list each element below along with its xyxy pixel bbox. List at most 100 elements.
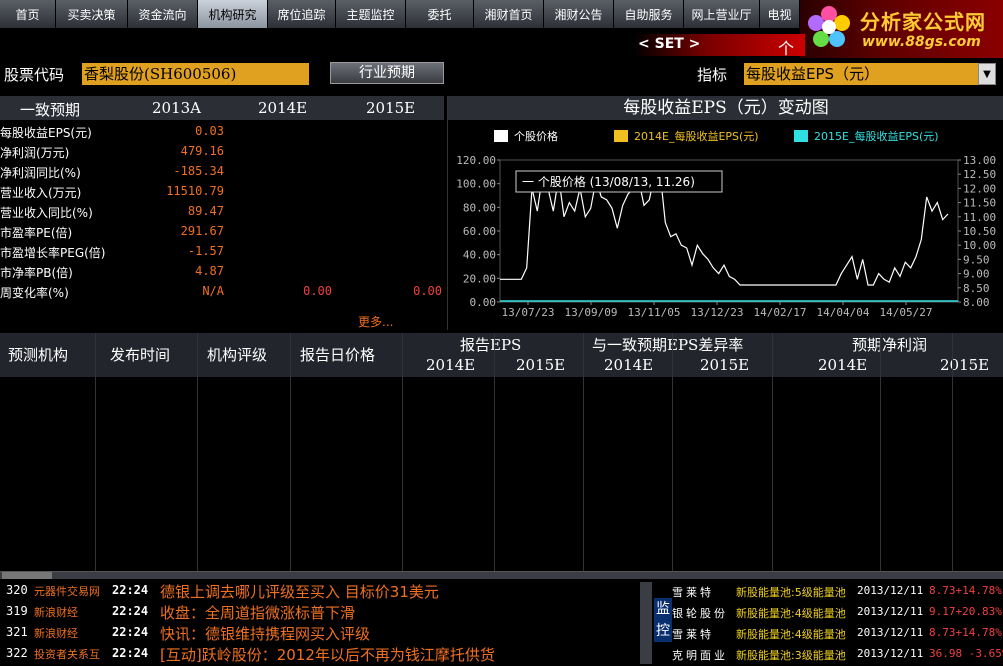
monitor-price: 36.98 -3.65% — [929, 647, 1003, 660]
nav-item[interactable]: 首页 — [0, 0, 56, 28]
legend-label: 2015E_每股收益EPS(元) — [814, 130, 939, 143]
monitor-row[interactable]: 雪莱特 新股能量池:5级能量池 2013/12/11 8.73+14.78% — [672, 580, 1003, 601]
y-right-tick-label: 9.50 — [963, 253, 990, 266]
y-left-tick-label: 60.00 — [463, 225, 496, 238]
brand-logo: 分析家公式网 www.88gs.com — [800, 0, 1003, 58]
x-tick-label: 13/09/09 — [565, 306, 618, 319]
col-publish-time: 发布时间 — [110, 346, 171, 364]
nav-item[interactable]: 电视 — [760, 0, 800, 28]
x-tick-label: 14/04/04 — [817, 306, 870, 319]
logo-url: www.88gs.com — [862, 34, 981, 50]
news-id: 322 — [6, 646, 28, 660]
x-tick-label: 14/05/27 — [880, 306, 933, 319]
news-time: 22:24 — [112, 604, 149, 618]
col-institution: 预测机构 — [8, 346, 69, 364]
x-tick-label: 14/02/17 — [754, 306, 807, 319]
consensus-row: 净利润同比(%) -185.34 — [0, 161, 444, 181]
eps-chart-panel: 每股收益EPS（元）变动图 个股价格 2014E_每股收益EPS(元) 2015… — [447, 96, 1003, 330]
scrollbar-thumb[interactable] — [2, 572, 52, 579]
table-column-divider — [95, 333, 96, 571]
table-column-divider — [290, 333, 291, 571]
stock-code-label: 股票代码 — [4, 66, 65, 84]
news-time: 22:24 — [112, 625, 149, 639]
news-item[interactable]: 319 新浪财经 22:24 收盘：全周道指微涨标普下滑 — [0, 601, 640, 622]
legend-item: 2014E_每股收益EPS(元) — [614, 128, 759, 144]
sub-col: 2014E — [818, 356, 868, 374]
nav-item[interactable]: 湘财公告 — [544, 0, 614, 28]
value-2013a: 291.67 — [180, 224, 224, 238]
news-item[interactable]: 320 元器件交易网 22:24 德银上调去哪儿评级至买入 目标价31美元 — [0, 580, 640, 601]
sub-col: 2014E — [426, 356, 476, 374]
y-left-tick-label: 40.00 — [463, 249, 496, 262]
news-source: 投资者关系互 — [34, 648, 100, 661]
group-eps-diff: 与一致预期EPS差异率 — [592, 336, 744, 354]
metric-name: 营业收入(万元) — [0, 186, 82, 200]
nav-item[interactable]: 湘财首页 — [474, 0, 544, 28]
more-link[interactable]: 更多... — [358, 313, 393, 330]
stock-name: 雪莱特 — [672, 586, 714, 599]
chevron-down-icon[interactable]: ▼ — [978, 63, 996, 85]
legend-item: 个股价格 — [494, 128, 558, 144]
industry-forecast-button[interactable]: 行业预期 — [330, 62, 444, 84]
consensus-row: 营业收入(万元) 11510.79 — [0, 181, 444, 201]
y-right-tick-label: 12.00 — [963, 182, 996, 195]
set-button[interactable]: < SET > — [638, 36, 700, 52]
x-tick-label: 13/11/05 — [628, 306, 681, 319]
value-2013a: 4.87 — [195, 264, 224, 278]
nav-item[interactable]: 主题监控 — [336, 0, 406, 28]
x-tick-label: 13/12/23 — [691, 306, 744, 319]
vertical-scrollbar[interactable] — [640, 582, 652, 664]
metric-name: 周变化率(%) — [0, 286, 69, 300]
consensus-row: 周变化率(%) N/A 0.00 0.00 — [0, 281, 444, 301]
consensus-row: 市盈增长率PEG(倍) -1.57 — [0, 241, 444, 261]
stock-code-input[interactable]: 香梨股份(SH600506) — [82, 63, 309, 85]
y-right-tick-label: 13.00 — [963, 154, 996, 167]
consensus-row: 市净率PB(倍) 4.87 — [0, 261, 444, 281]
set-bar: < SET > 个 — [560, 34, 805, 58]
table-column-divider — [952, 333, 953, 571]
metric-name: 净利润(万元) — [0, 146, 70, 160]
news-item[interactable]: 322 投资者关系互 22:24 [互动]跃岭股份：2012年以后不再为钱江摩托供货 — [0, 643, 640, 664]
consensus-row: 每股收益EPS(元) 0.03 — [0, 121, 444, 141]
nav-item[interactable]: 资金流向 — [128, 0, 198, 28]
news-item[interactable]: 321 新浪财经 22:24 快讯：德银维持携程网买入评级 — [0, 622, 640, 643]
table-column-divider — [583, 333, 584, 571]
consensus-row: 净利润(万元) 479.16 — [0, 141, 444, 161]
metric-name: 每股收益EPS(元) — [0, 126, 92, 140]
legend-swatch — [794, 130, 808, 142]
monitor-row[interactable]: 银轮股份 新股能量池:4级能量池 2013/12/11 9.17+20.83% — [672, 601, 1003, 622]
y-left-tick-label: 120.00 — [456, 154, 496, 167]
news-id: 319 — [6, 604, 28, 618]
monitor-date: 2013/12/11 — [857, 605, 924, 618]
horizontal-scrollbar[interactable] — [0, 571, 1003, 579]
y-right-tick-label: 11.50 — [963, 197, 996, 210]
nav-item[interactable]: 机构研究 — [198, 0, 268, 28]
monitor-row[interactable]: 雪莱特 新股能量池:4级能量池 2013/12/11 8.73+14.78% — [672, 622, 1003, 643]
metric-name: 市盈率PE(倍) — [0, 226, 73, 240]
monitor-tag[interactable]: 监控 — [654, 598, 672, 642]
table-column-divider — [402, 333, 403, 571]
table-column-divider — [494, 333, 495, 571]
consensus-title: 一致预期 — [20, 101, 81, 119]
nav-item[interactable]: 自助服务 — [614, 0, 684, 28]
news-title: 德银上调去哪儿评级至买入 目标价31美元 — [160, 583, 439, 601]
value-2013a: -1.57 — [187, 244, 224, 258]
stock-name: 雪莱特 — [672, 628, 714, 641]
value-2014e: 0.00 — [303, 284, 332, 298]
monitor-price: 8.73+14.78% — [929, 584, 1002, 597]
price-series-line — [500, 170, 949, 286]
y-left-tick-label: 100.00 — [456, 178, 496, 191]
legend-item: 2015E_每股收益EPS(元) — [794, 128, 939, 144]
monitor-row[interactable]: 克明面业 新股能量池:3级能量池 2013/12/11 36.98 -3.65% — [672, 643, 1003, 664]
nav-item[interactable]: 席位追踪 — [268, 0, 336, 28]
col-2015e: 2015E — [366, 99, 416, 117]
table-column-divider — [197, 333, 198, 571]
nav-item[interactable]: 网上营业厅 — [684, 0, 760, 28]
news-source: 新浪财经 — [34, 606, 78, 619]
col-rating: 机构评级 — [207, 346, 268, 364]
nav-item[interactable]: 委托 — [406, 0, 474, 28]
monitor-panel: 监控 雪莱特 新股能量池:5级能量池 2013/12/11 8.73+14.78% 银轮… — [640, 580, 1003, 666]
nav-item[interactable]: 买卖决策 — [56, 0, 128, 28]
legend-swatch — [614, 130, 628, 142]
indicator-select[interactable]: 每股收益EPS（元） — [744, 63, 978, 85]
